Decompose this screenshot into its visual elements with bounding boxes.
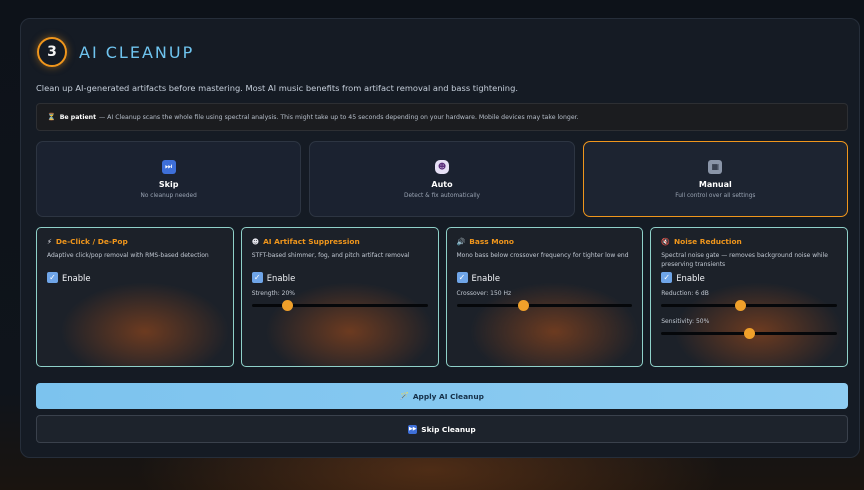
card-description: Adaptive click/pop removal with RMS-base… [47,252,209,259]
panel-title: AI CLEANUP [79,42,195,62]
fast-forward-icon: ▶▶ [408,424,418,434]
fast-forward-icon: ⏭ [161,159,176,174]
reduction-label: Reduction: 6 dB [661,290,709,297]
checkmark-icon: ✓ [47,272,58,283]
notice-text: — AI Cleanup scans the whole file using … [99,113,579,121]
checkmark-icon: ✓ [661,272,673,283]
mode-skip-button[interactable]: ⏭ Skip No cleanup needed [36,141,302,217]
bass-mono-card: 🔊 Bass Mono Mono bass below crossover fr… [445,227,644,367]
noise-reduction-card: 🔇 Noise Reduction Spectral noise gate — … [650,227,848,367]
sensitivity-slider[interactable] [661,327,837,339]
card-title-text: Bass Mono [469,237,514,246]
apply-button-label: Apply AI Cleanup [412,391,484,401]
skip-cleanup-button[interactable]: ▶▶ Skip Cleanup [36,415,848,443]
panel-header: 3 AI CLEANUP [37,37,194,67]
slider-thumb[interactable] [744,328,756,339]
card-description: STFT-based shimmer, fog, and pitch artif… [251,252,410,259]
mode-title: Skip [158,179,179,189]
mode-subtitle: No cleanup needed [140,192,197,199]
slider-track [456,304,633,307]
control-knobs-icon: ▦ [708,159,723,174]
cleanup-module-cards: ⚡ De-Click / De-Pop Adaptive click/pop r… [36,227,848,367]
slider-track [251,304,428,307]
lightning-icon: ⚡ [47,237,52,246]
skip-button-label: Skip Cleanup [421,424,476,434]
artifact-enable-checkbox[interactable]: ✓ Enable [251,272,428,283]
card-title: 🔊 Bass Mono [457,237,633,246]
mode-manual-button[interactable]: ▦ Manual Full control over all settings [582,141,848,217]
hourglass-icon: ⏳ [47,113,56,121]
checkmark-icon: ✓ [456,272,468,283]
crossover-slider[interactable] [456,299,633,311]
step-number-badge: 3 [37,37,67,67]
mode-title: Auto [431,179,453,189]
magic-wand-icon: 🪄 [400,392,409,400]
card-description: Mono bass below crossover frequency for … [456,252,629,259]
slider-thumb[interactable] [518,300,530,311]
strength-slider[interactable] [251,299,428,311]
card-title-text: Noise Reduction [673,237,742,246]
mode-subtitle: Detect & fix automatically [404,192,480,199]
enable-label: Enable [676,272,705,283]
enable-label: Enable [62,272,91,283]
reduction-slider[interactable] [661,299,837,311]
slider-track [661,304,837,307]
declick-enable-checkbox[interactable]: ✓ Enable [47,272,223,283]
strength-label: Strength: 20% [251,290,295,297]
bass-mono-enable-checkbox[interactable]: ✓ Enable [456,272,633,283]
enable-label: Enable [266,272,296,283]
crossover-label: Crossover: 150 Hz [456,290,512,297]
checkmark-icon: ✓ [251,272,263,283]
card-title-text: AI Artifact Suppression [263,237,360,246]
intro-text: Clean up AI-generated artifacts before m… [36,83,518,93]
card-title: 🔇 Noise Reduction [661,237,837,246]
declick-card: ⚡ De-Click / De-Pop Adaptive click/pop r… [36,227,234,367]
card-title: ⚡ De-Click / De-Pop [47,237,223,246]
artifact-suppression-card: ☻ AI Artifact Suppression STFT-based shi… [240,227,439,367]
mode-subtitle: Full control over all settings [675,192,756,199]
robot-icon: ☻ [251,237,260,246]
slider-thumb[interactable] [735,300,747,311]
patience-notice: ⏳ Be patient — AI Cleanup scans the whol… [36,103,848,131]
notice-bold-text: Be patient [59,113,97,121]
sensitivity-label: Sensitivity: 50% [661,318,710,325]
enable-label: Enable [471,272,501,283]
robot-icon: ☻ [434,159,449,174]
card-description: Spectral noise gate — removes background… [661,252,828,268]
card-title-text: De-Click / De-Pop [55,237,128,246]
slider-thumb[interactable] [281,300,293,311]
noise-reduction-enable-checkbox[interactable]: ✓ Enable [661,272,837,283]
mode-selector: ⏭ Skip No cleanup needed ☻ Auto Detect &… [36,141,848,217]
apply-ai-cleanup-button[interactable]: 🪄 Apply AI Cleanup [36,383,848,409]
mode-title: Manual [698,179,732,189]
mute-speaker-icon: 🔇 [661,237,670,246]
mode-auto-button[interactable]: ☻ Auto Detect & fix automatically [309,141,575,217]
speaker-icon: 🔊 [456,237,466,246]
card-title: ☻ AI Artifact Suppression [252,237,428,246]
ai-cleanup-panel: 3 AI CLEANUP Clean up AI-generated artif… [20,18,860,458]
